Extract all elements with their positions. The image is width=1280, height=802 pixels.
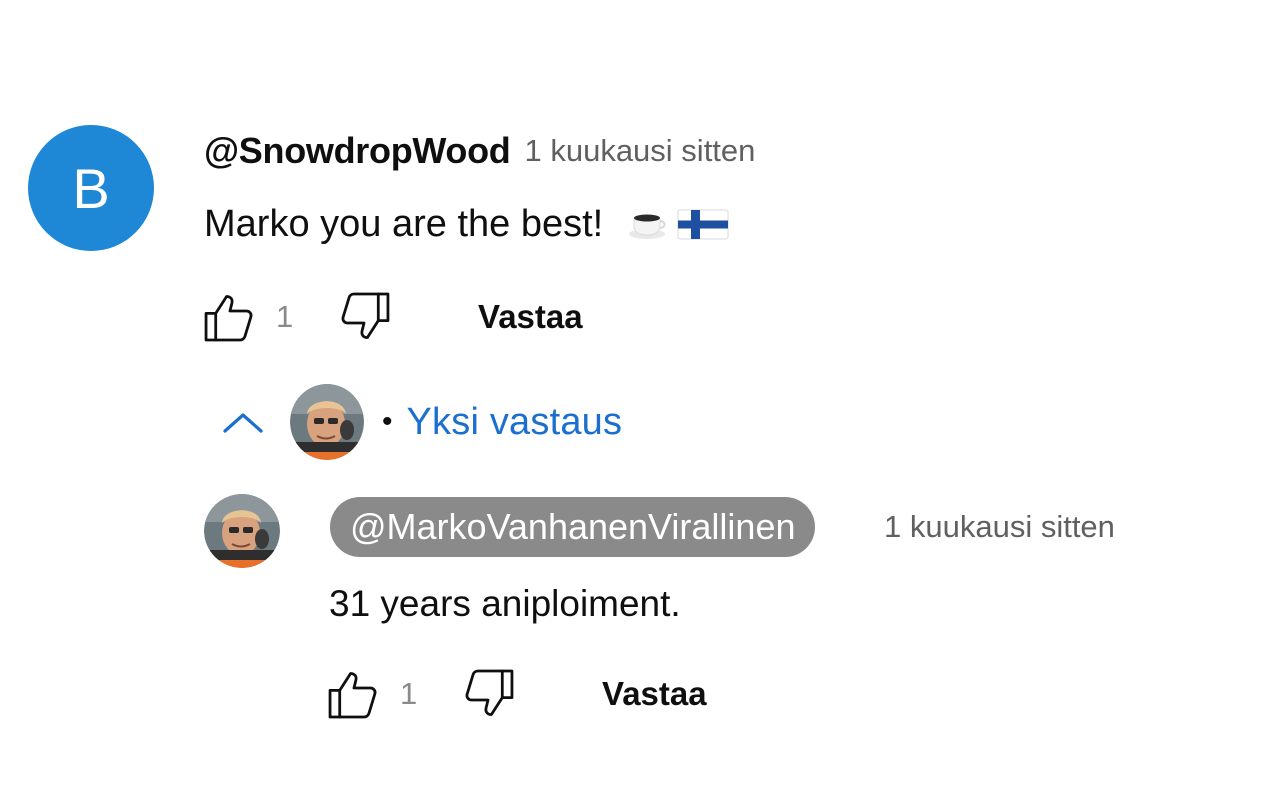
replier-avatar[interactable] [204,494,280,568]
reply-text: 31 years aniploiment. [329,583,681,624]
thumbs-up-icon [204,295,253,342]
comment-body: Marko you are the best! [204,198,729,250]
comment-timestamp[interactable]: 1 kuukausi sitten [524,133,755,169]
reply-actions: 1 Vastaa [324,664,707,724]
separator-dot: • [382,405,393,438]
comment-emojis [625,204,729,244]
chevron-up-icon [223,413,263,433]
commenter-avatar[interactable]: B [28,125,154,251]
like-button[interactable] [200,288,258,346]
reply-reply-button[interactable]: Vastaa [602,675,707,713]
replies-count-link[interactable]: Yksi vastaus [407,401,623,444]
like-count: 1 [276,299,294,334]
collapse-button[interactable] [218,402,268,442]
comment-author[interactable]: @SnowdropWood [204,130,511,172]
reply-like-count: 1 [400,676,418,711]
reply-author-badge[interactable]: @MarkoVanhanenVirallinen [330,497,816,557]
thumbs-down-icon [341,292,390,339]
avatar-letter: B [72,156,110,220]
dislike-button[interactable] [336,288,394,346]
comment-actions: 1 Vastaa [200,287,583,347]
coffee-cup-emoji-icon [629,214,666,239]
finnish-flag-emoji-icon [677,209,729,240]
comment-header: @SnowdropWood 1 kuukausi sitten [204,128,755,174]
thumbs-down-icon [465,669,514,716]
reply-dislike-button[interactable] [460,665,518,723]
thumbs-up-icon [328,672,377,719]
replies-toggle[interactable]: • Yksi vastaus [218,380,622,464]
reply-author: @MarkoVanhanenVirallinen [350,506,796,547]
reply-timestamp[interactable]: 1 kuukausi sitten [884,504,1115,550]
reply-button[interactable]: Vastaa [478,298,583,336]
reply-like-button[interactable] [324,665,382,723]
replier-avatar-small [290,384,364,460]
reply-body: 31 years aniploiment. [329,578,681,630]
comment-text: Marko you are the best! [204,202,604,245]
